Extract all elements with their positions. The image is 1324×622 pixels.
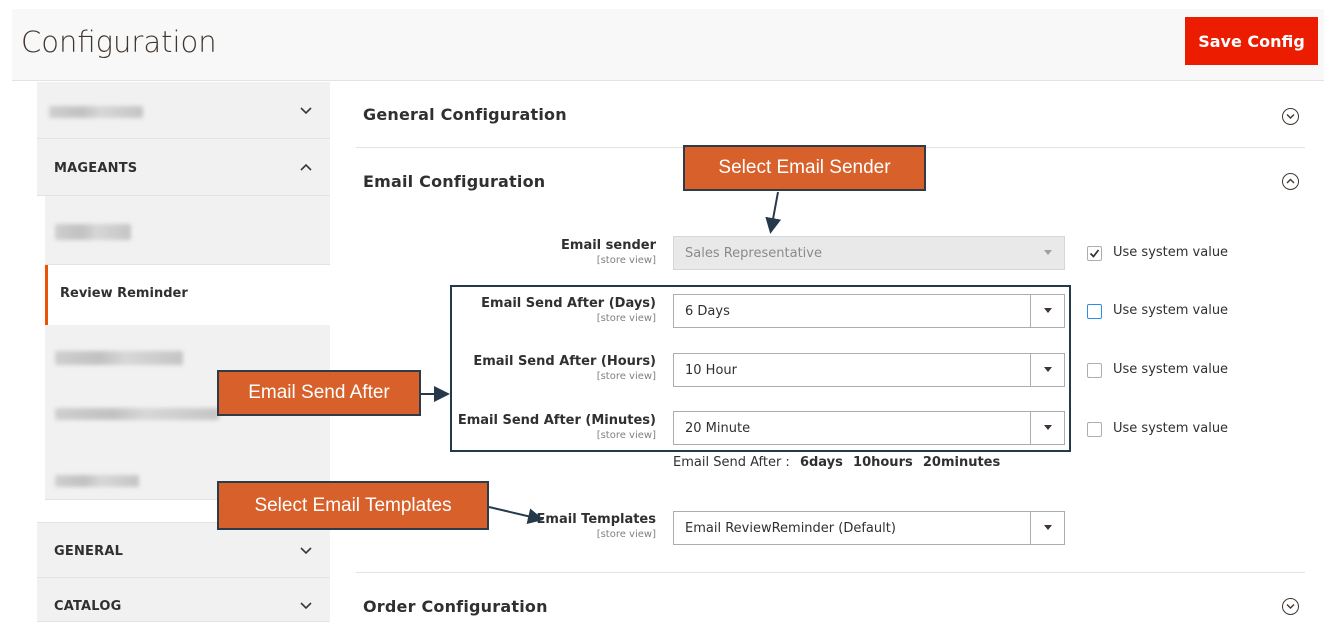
arrow-icon [765, 191, 782, 234]
arrow-icon [488, 506, 544, 525]
annotation-arrows [421, 191, 782, 525]
